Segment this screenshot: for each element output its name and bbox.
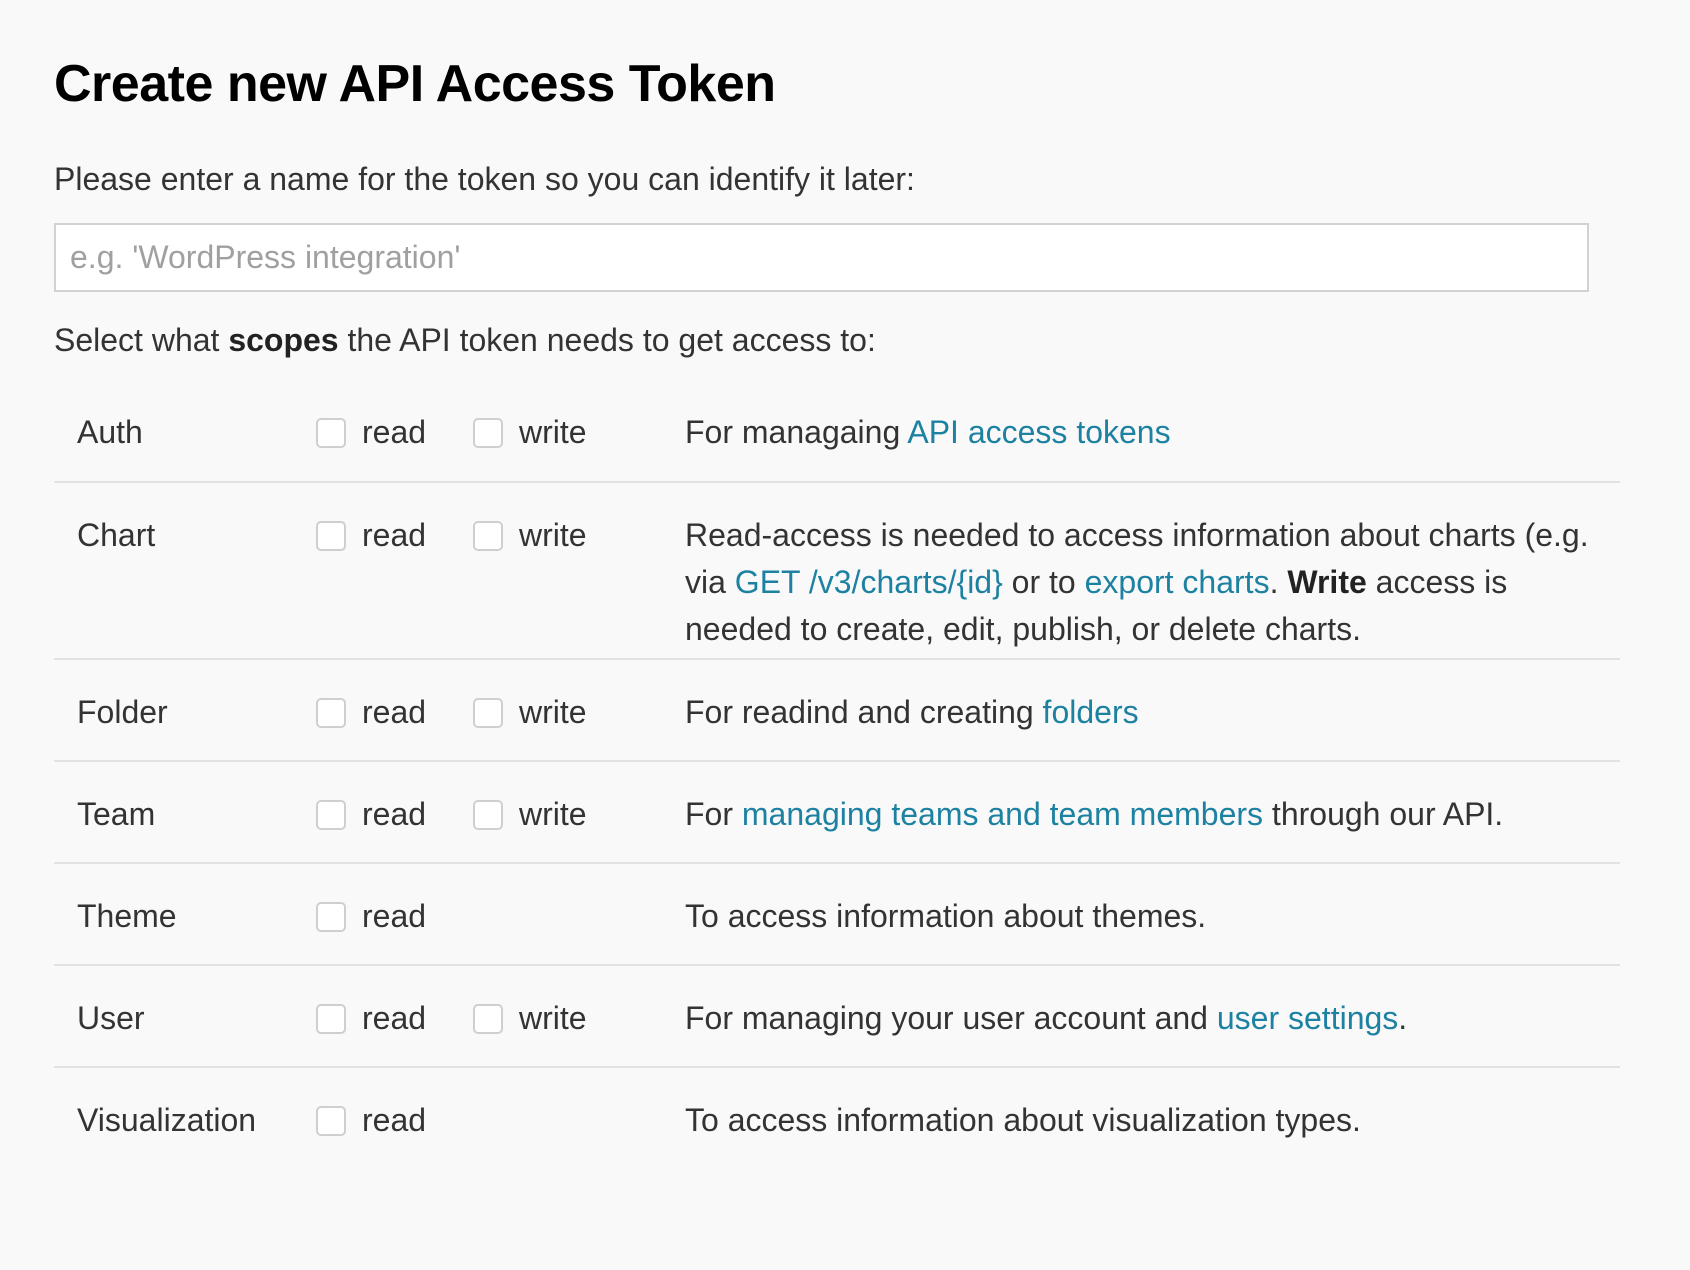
team-read-option[interactable]: read bbox=[316, 791, 473, 838]
scope-row-theme: Theme read To access information about t… bbox=[54, 864, 1620, 966]
scope-name: Folder bbox=[77, 694, 168, 730]
scope-table: Auth read write For managaing API access… bbox=[54, 380, 1620, 1170]
scopes-intro-after: the API token needs to get access to: bbox=[338, 322, 876, 358]
team-write-option[interactable]: write bbox=[473, 791, 685, 838]
user-read-checkbox[interactable] bbox=[316, 1003, 346, 1034]
desc-text: To access information about visualizatio… bbox=[685, 1102, 1361, 1138]
read-label: read bbox=[362, 796, 427, 832]
desc-text: . bbox=[1398, 1000, 1408, 1036]
scope-row-auth: Auth read write For managaing API access… bbox=[54, 380, 1620, 483]
read-label: read bbox=[362, 517, 427, 553]
folders-link[interactable]: folders bbox=[1043, 694, 1139, 730]
desc-text: For bbox=[685, 796, 742, 832]
read-label: read bbox=[362, 414, 427, 450]
scope-description: To access information about visualizatio… bbox=[685, 1097, 1620, 1144]
desc-text: To access information about themes. bbox=[685, 898, 1207, 934]
desc-text: or to bbox=[1002, 564, 1085, 600]
scope-description: For managaing API access tokens bbox=[685, 409, 1620, 456]
get-chart-endpoint-link[interactable]: GET /v3/charts/{id} bbox=[735, 564, 1003, 600]
name-instructions: Please enter a name for the token so you… bbox=[54, 161, 915, 197]
auth-read-option[interactable]: read bbox=[316, 409, 473, 456]
scope-description: For readind and creating folders bbox=[685, 689, 1620, 736]
write-label: write bbox=[519, 796, 587, 832]
token-name-input[interactable] bbox=[54, 223, 1589, 292]
user-write-checkbox[interactable] bbox=[473, 1003, 503, 1034]
read-label: read bbox=[362, 898, 427, 934]
managing-teams-link[interactable]: managing teams and team members bbox=[742, 796, 1263, 832]
write-label: write bbox=[519, 694, 587, 730]
scope-name: Auth bbox=[77, 414, 143, 450]
theme-read-checkbox[interactable] bbox=[316, 901, 346, 932]
export-charts-link[interactable]: export charts bbox=[1085, 564, 1270, 600]
read-label: read bbox=[362, 1000, 427, 1036]
scope-name: Visualization bbox=[77, 1102, 257, 1138]
chart-write-option[interactable]: write bbox=[473, 512, 685, 559]
folder-read-checkbox[interactable] bbox=[316, 697, 346, 728]
scope-name: Theme bbox=[77, 898, 177, 934]
write-label: write bbox=[519, 414, 587, 450]
user-read-option[interactable]: read bbox=[316, 995, 473, 1042]
folder-write-checkbox[interactable] bbox=[473, 697, 503, 728]
scope-row-chart: Chart read write Read-access is needed t… bbox=[54, 483, 1620, 660]
chart-read-checkbox[interactable] bbox=[316, 520, 346, 551]
desc-text: through our API. bbox=[1263, 796, 1504, 832]
chart-read-option[interactable]: read bbox=[316, 512, 473, 559]
desc-text: For managaing bbox=[685, 414, 908, 450]
auth-write-option[interactable]: write bbox=[473, 409, 685, 456]
scope-description: For managing your user account and user … bbox=[685, 995, 1620, 1042]
scope-description: To access information about themes. bbox=[685, 893, 1620, 940]
visualization-read-option[interactable]: read bbox=[316, 1097, 473, 1144]
desc-bold: Write bbox=[1287, 564, 1367, 600]
visualization-read-checkbox[interactable] bbox=[316, 1105, 346, 1136]
folder-read-option[interactable]: read bbox=[316, 689, 473, 736]
api-access-tokens-link[interactable]: API access tokens bbox=[907, 414, 1170, 450]
desc-text: For managing your user account and bbox=[685, 1000, 1217, 1036]
scope-row-user: User read write For managing your user a… bbox=[54, 966, 1620, 1068]
desc-text: . bbox=[1269, 564, 1288, 600]
auth-write-checkbox[interactable] bbox=[473, 417, 503, 448]
scope-description: For managing teams and team members thro… bbox=[685, 791, 1620, 838]
scope-name: Team bbox=[77, 796, 156, 832]
read-label: read bbox=[362, 1102, 427, 1138]
create-token-page: Create new API Access Token Please enter… bbox=[0, 0, 1636, 1170]
write-label: write bbox=[519, 517, 587, 553]
team-write-checkbox[interactable] bbox=[473, 799, 503, 830]
folder-write-option[interactable]: write bbox=[473, 689, 685, 736]
scopes-instructions: Select what scopes the API token needs t… bbox=[54, 320, 1636, 360]
team-read-checkbox[interactable] bbox=[316, 799, 346, 830]
desc-text: For readind and creating bbox=[685, 694, 1043, 730]
user-settings-link[interactable]: user settings bbox=[1217, 1000, 1398, 1036]
chart-write-checkbox[interactable] bbox=[473, 520, 503, 551]
scope-name: User bbox=[77, 1000, 145, 1036]
auth-read-checkbox[interactable] bbox=[316, 417, 346, 448]
page-title: Create new API Access Token bbox=[54, 55, 776, 113]
scopes-intro-bold: scopes bbox=[228, 322, 339, 358]
scope-row-team: Team read write For managing teams and t… bbox=[54, 762, 1620, 864]
scope-name: Chart bbox=[77, 517, 156, 553]
scope-row-visualization: Visualization read To access information… bbox=[54, 1068, 1620, 1170]
theme-read-option[interactable]: read bbox=[316, 893, 473, 940]
read-label: read bbox=[362, 694, 427, 730]
write-label: write bbox=[519, 1000, 587, 1036]
scope-row-folder: Folder read write For readind and creati… bbox=[54, 660, 1620, 762]
scope-description: Read-access is needed to access informat… bbox=[685, 512, 1620, 653]
scopes-intro-before: Select what bbox=[54, 322, 229, 358]
user-write-option[interactable]: write bbox=[473, 995, 685, 1042]
